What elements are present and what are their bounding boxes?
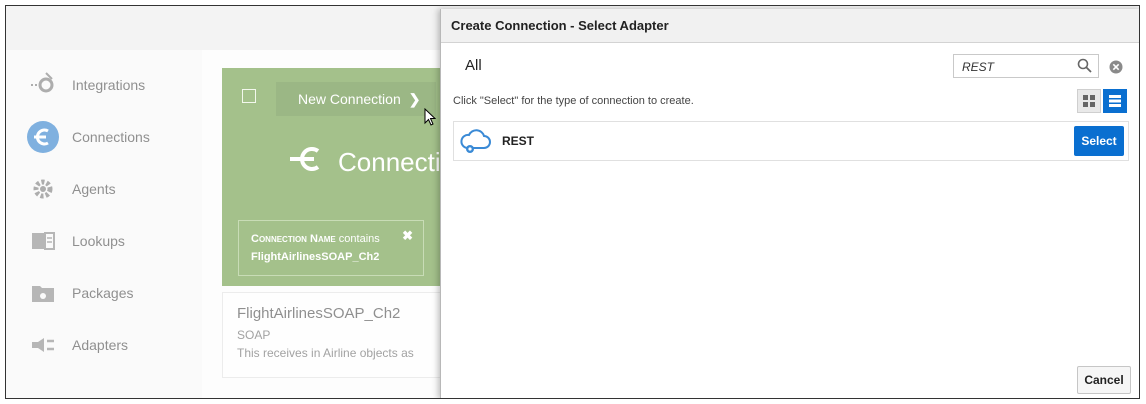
select-button[interactable]: Select [1074,126,1124,156]
search-input[interactable] [954,55,1074,79]
adapter-row-rest[interactable]: REST Select [453,121,1129,161]
search-icon[interactable] [1076,57,1094,75]
clear-search-icon[interactable] [1109,60,1123,74]
adapter-name: REST [502,134,535,148]
adapter-search [953,54,1099,79]
app-window: Integrations Connections Agents Lookups … [5,5,1140,399]
mouse-cursor-icon [424,108,436,126]
dialog-hint: Click "Select" for the type of connectio… [453,95,694,107]
category-filter[interactable]: All [465,57,482,74]
dialog-title: Create Connection - Select Adapter [441,9,1139,43]
grid-view-icon [1083,95,1095,107]
grid-view-button[interactable] [1077,89,1101,113]
cancel-button[interactable]: Cancel [1077,366,1131,394]
select-adapter-dialog: Create Connection - Select Adapter All C… [440,9,1139,398]
list-view-button[interactable] [1103,89,1127,113]
list-view-icon [1109,95,1121,107]
rest-cloud-icon [460,129,491,153]
